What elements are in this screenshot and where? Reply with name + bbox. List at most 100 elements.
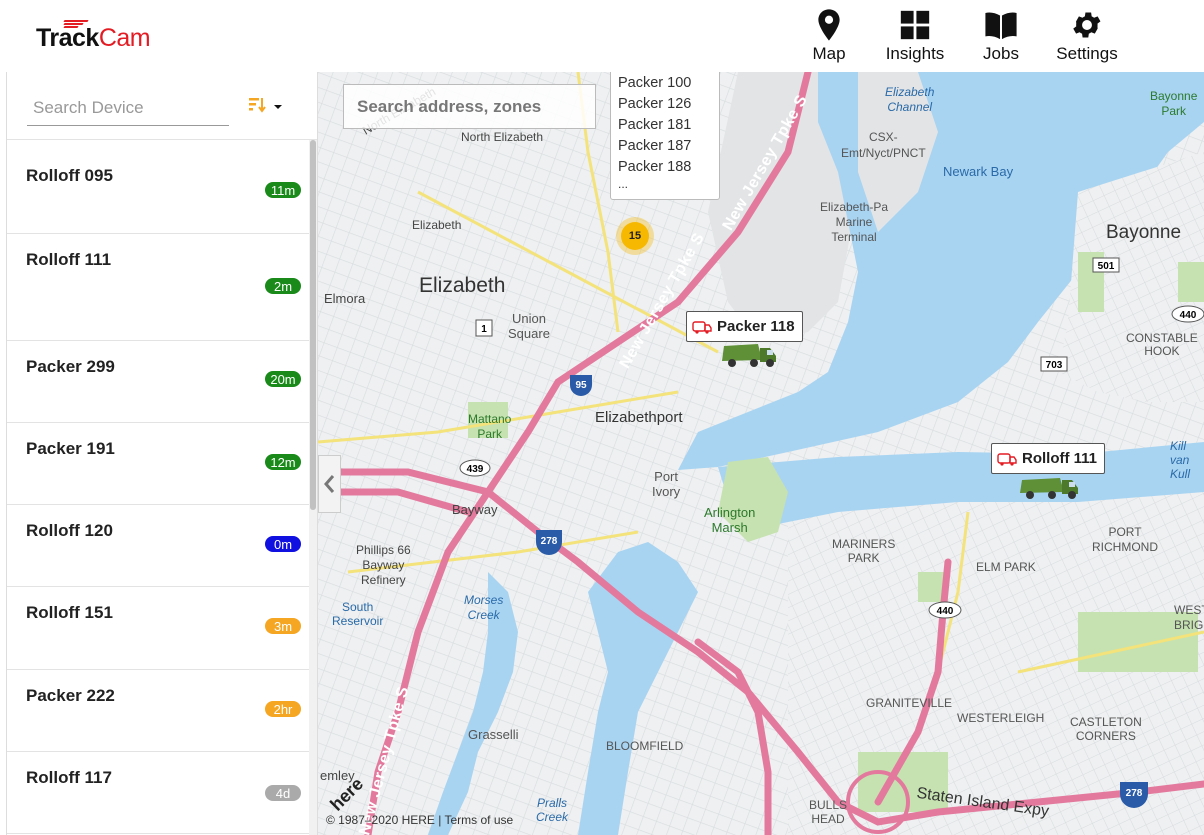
device-name: Packer 191 (26, 439, 115, 458)
truck-icon (692, 320, 712, 334)
device-row[interactable]: Rolloff 111 2m (7, 234, 309, 341)
cluster-popup: Packer 100 Packer 126 Packer 181 Packer … (610, 72, 720, 200)
device-search-input[interactable] (27, 90, 229, 126)
last-seen-badge: 12m (265, 454, 301, 470)
map-label-bayway: Bayway (452, 502, 498, 517)
device-row[interactable]: Rolloff 151 3m (7, 587, 309, 670)
trackcam-logo[interactable]: TrackCam (36, 18, 166, 54)
map-label-elizabeth-channel: Elizabeth Channel (885, 85, 935, 114)
map-label-csx: CSX- Emt/Nyct/PNCT (841, 130, 926, 160)
sort-icon (249, 98, 282, 113)
logo-text: TrackCam (36, 24, 151, 52)
map-label-graniteville: GRANITEVILLE (866, 696, 953, 710)
device-name: Rolloff 111 (26, 250, 112, 269)
last-seen-badge: 0m (265, 536, 301, 552)
device-name: Rolloff 151 (26, 603, 113, 622)
nav-insights[interactable]: Insights (872, 8, 958, 64)
last-seen-badge: 2hr (265, 701, 301, 717)
nav-jobs[interactable]: Jobs (958, 8, 1044, 64)
nav-jobs-label: Jobs (983, 44, 1019, 63)
map-label-union-square: Union Square (508, 311, 550, 341)
route-278-shield-east: 278 (1126, 788, 1143, 799)
last-seen-badge: 20m (265, 371, 301, 387)
cluster-popup-item[interactable]: Packer 188 (618, 157, 712, 178)
scrollbar-thumb[interactable] (310, 140, 316, 510)
book-icon (985, 12, 1017, 40)
device-row[interactable]: Rolloff 120 0m (7, 505, 309, 587)
map-label-north-elizabeth-2: North Elizabeth (461, 130, 544, 144)
map-label-port-richmond: PORT RICHMOND (1092, 525, 1158, 554)
nav-map[interactable]: Map (786, 8, 872, 64)
route-501-shield: 501 (1098, 261, 1115, 272)
cluster-popup-item[interactable]: Packer 181 (618, 115, 712, 136)
route-95-shield: 95 (575, 380, 587, 391)
map-label-port-ivory: Port Ivory (652, 469, 681, 499)
device-list: Rolloff 095 11m Rolloff 111 2m Packer 29… (7, 150, 309, 835)
route-440-shield-north: 440 (1180, 310, 1197, 321)
map-label-morses-creek: Morses Creek (464, 593, 504, 622)
map-label-constable-hook: CONSTABLE HOOK (1126, 331, 1198, 358)
nav-map-label: Map (812, 44, 846, 63)
map-label-grasselli: Grasselli (468, 727, 519, 742)
map-label-castleton-corners: CASTLETON CORNERS (1070, 715, 1142, 743)
device-row[interactable]: Packer 222 2hr (7, 670, 309, 752)
device-row[interactable]: Packer 191 12m (7, 423, 309, 505)
map-label-bloomfield: BLOOMFIELD (606, 739, 684, 753)
garbage-truck-marker[interactable] (1018, 472, 1082, 500)
map-label-bayonne-park: Bayonne Park (1150, 89, 1198, 118)
cluster-popup-item[interactable]: Packer 126 (618, 94, 712, 115)
route-440-shield: 440 (937, 606, 954, 617)
nav-insights-label: Insights (885, 44, 945, 63)
map-label-elm-park: ELM PARK (976, 560, 1036, 574)
app-header: TrackCam Map Insights Jobs Settings (0, 0, 1204, 72)
device-name: Rolloff 117 (26, 768, 112, 787)
map-label-pralls-creek: Pralls Creek (536, 796, 569, 824)
map-label-elmora: Elmora (324, 291, 366, 306)
sort-dropdown-button[interactable] (247, 96, 287, 118)
nav-settings-label: Settings (1056, 44, 1118, 63)
last-seen-badge: 11m (265, 182, 301, 198)
route-1-shield: 1 (481, 324, 487, 335)
map-label-elizabethport: Elizabethport (595, 409, 683, 426)
device-search-row (7, 72, 317, 140)
device-list-scrollbar[interactable] (309, 140, 317, 835)
truck-icon (997, 452, 1017, 466)
vehicle-name: Packer 118 (717, 318, 795, 335)
device-row[interactable]: Rolloff 117 4d (7, 752, 309, 834)
map-label-elizabeth-pa-marine: Elizabeth-Pa Marine Terminal (820, 200, 889, 244)
device-row[interactable]: Packer 299 20m (7, 341, 309, 423)
cluster-popup-more: ... (618, 177, 629, 191)
map-label-bulls-head: BULLS HEAD (809, 798, 848, 826)
terms-of-use-link[interactable]: Terms of use (444, 813, 513, 827)
device-name: Rolloff 120 (26, 521, 113, 540)
last-seen-badge: 4d (265, 785, 301, 801)
vehicle-label-rolloff-111[interactable]: Rolloff 111 (991, 443, 1106, 474)
last-seen-badge: 2m (265, 278, 301, 294)
map-label-elizabeth-station: Elizabeth (412, 218, 462, 232)
map-label-emley: emley (320, 768, 355, 783)
map-view[interactable]: 1 95 439 278 501 703 440 278 440 North E… (318, 72, 1204, 835)
map-label-newark-bay: Newark Bay (943, 164, 1014, 179)
map-label-south-reservoir: South Reservoir (332, 600, 384, 628)
map-label-mattano-park: Mattano Park (468, 412, 512, 441)
vehicle-label-packer-118[interactable]: Packer 118 (686, 311, 803, 342)
vehicle-cluster-marker[interactable]: 15 (621, 222, 649, 250)
device-name: Rolloff 095 (26, 166, 113, 185)
last-seen-badge: 3m (265, 618, 301, 634)
gear-icon (1073, 12, 1101, 38)
map-label-bayonne: Bayonne (1106, 222, 1182, 243)
device-row[interactable]: Rolloff 095 11m (7, 150, 309, 234)
map-label-westerleigh: WESTERLEIGH (957, 711, 1045, 725)
collapse-sidebar-button[interactable] (318, 455, 341, 513)
cluster-popup-item[interactable]: Packer 100 (618, 73, 712, 94)
chevron-left-icon (324, 475, 335, 493)
map-label-arlington-marsh: Arlington Marsh (704, 505, 756, 535)
nav-settings[interactable]: Settings (1044, 8, 1130, 64)
top-nav: Map Insights Jobs Settings (786, 8, 1130, 64)
map-label-phillips66: Phillips 66 Bayway Refinery (356, 543, 411, 587)
map-search-input[interactable] (343, 84, 596, 129)
map-label-west-brighton: WEST BRIGH (1174, 603, 1204, 632)
map-label-kill-van-kull: Kill van Kull (1170, 439, 1191, 481)
cluster-popup-item[interactable]: Packer 187 (618, 136, 712, 157)
garbage-truck-marker[interactable] (718, 340, 780, 368)
